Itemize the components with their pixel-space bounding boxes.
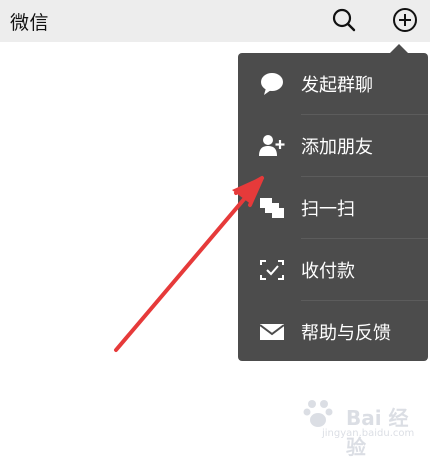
paw-logo-icon <box>303 400 333 427</box>
watermark-subtext: jingyan.baidu.com <box>322 428 415 439</box>
annotation-arrow <box>114 176 264 352</box>
watermark: Bai 经验 jingyan.baidu.com <box>300 396 428 459</box>
